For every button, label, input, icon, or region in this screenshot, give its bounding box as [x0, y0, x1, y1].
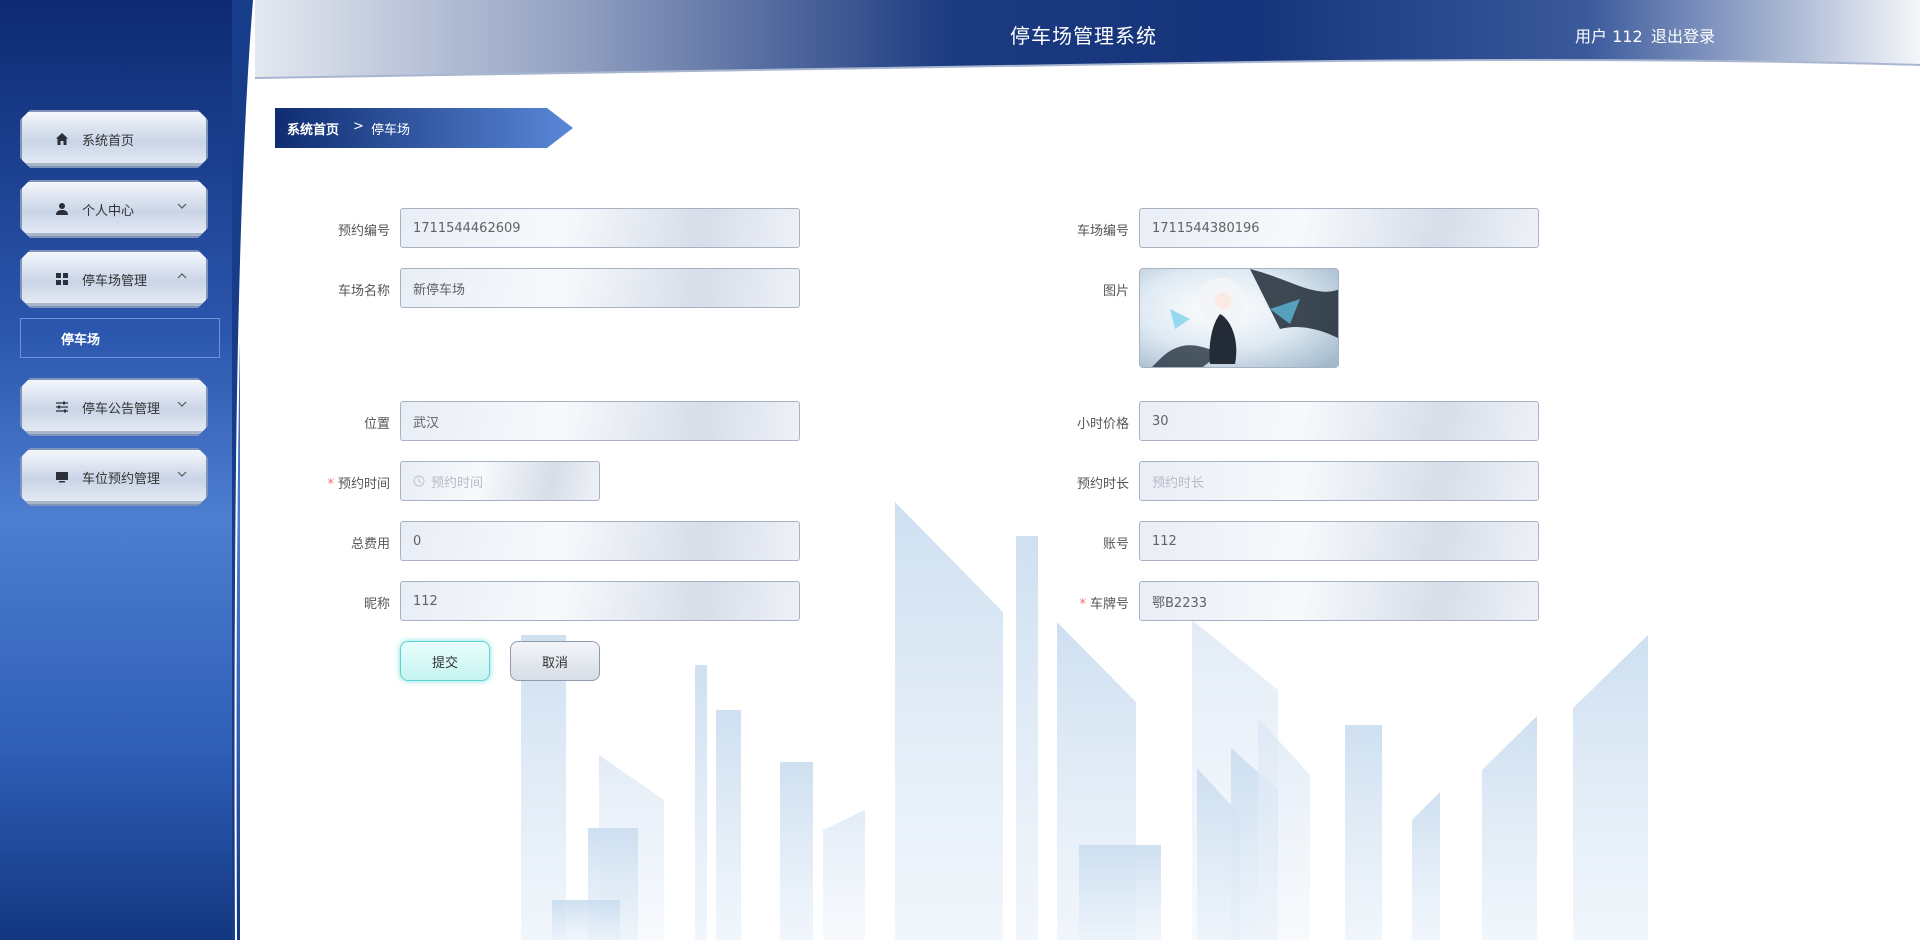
location-input[interactable]: 武汉	[400, 401, 800, 441]
lot-name-value: 新停车场	[413, 282, 466, 298]
header: 停车场管理系统 用户 112 退出登录	[255, 0, 1920, 82]
home-icon	[54, 131, 70, 147]
submit-button[interactable]: 提交	[400, 641, 490, 681]
sidebar-subitem-label: 停车场	[61, 332, 101, 348]
sliders-icon	[54, 399, 70, 415]
sidebar-item-booking-mgmt[interactable]: 车位预约管理	[20, 448, 208, 506]
total-fee-input[interactable]: 0	[400, 521, 800, 561]
nickname-value: 112	[413, 593, 438, 609]
page-title: 停车场管理系统	[1010, 24, 1157, 48]
hourly-price-label: 小时价格	[1076, 417, 1129, 432]
booking-time-label: * 预约时间	[260, 473, 390, 492]
logout-link[interactable]: 退出登录	[1651, 23, 1715, 47]
chevron-up-icon	[177, 273, 187, 279]
sidebar-item-label: 系统首页	[82, 133, 135, 149]
chevron-down-icon	[177, 471, 187, 477]
plate-no-value: 鄂B2233	[1152, 595, 1208, 611]
booking-duration-input[interactable]: 预约时长	[1139, 461, 1539, 501]
plate-no-label-text: 车牌号	[1089, 597, 1129, 612]
lot-picture[interactable]	[1139, 268, 1339, 368]
booking-duration-placeholder: 预约时长	[1152, 475, 1205, 491]
sidebar-item-label: 车位预约管理	[82, 471, 161, 487]
chevron-down-icon	[177, 401, 187, 407]
booking-no-value: 1711544462609	[413, 220, 521, 236]
sidebar-edge	[232, 0, 255, 940]
picture-label: 图片	[1102, 284, 1129, 299]
cancel-button[interactable]: 取消	[510, 641, 600, 681]
account-value: 112	[1152, 533, 1177, 549]
chevron-down-icon	[177, 203, 187, 209]
anime-girl-image	[1140, 269, 1338, 367]
sidebar-item-label: 停车公告管理	[82, 401, 161, 417]
total-fee-label: 总费用	[350, 537, 390, 552]
sidebar-item-label: 停车场管理	[82, 273, 148, 289]
booking-time-picker[interactable]: 预约时间	[400, 461, 600, 501]
booking-no-label: 预约编号	[337, 224, 390, 239]
lot-name-label: 车场名称	[337, 284, 390, 299]
clock-icon	[413, 475, 425, 487]
breadcrumb-home[interactable]: 系统首页	[287, 119, 339, 138]
lot-name-input[interactable]: 新停车场	[400, 268, 800, 308]
sidebar-item-label: 个人中心	[82, 203, 135, 219]
account-input[interactable]: 112	[1139, 521, 1539, 561]
plate-no-label: * 车牌号	[999, 593, 1129, 612]
app-root: 系统首页 个人中心 停车场管理 停车场 停车公告管理 车位预约管理 停车场管理系…	[0, 0, 1920, 940]
breadcrumb-separator: >	[353, 119, 364, 134]
required-mark: *	[1079, 597, 1086, 612]
sidebar-item-notice-mgmt[interactable]: 停车公告管理	[20, 378, 208, 436]
hourly-price-input[interactable]: 30	[1139, 401, 1539, 441]
required-mark: *	[327, 477, 334, 492]
booking-time-placeholder: 预约时间	[431, 475, 484, 491]
sidebar: 系统首页 个人中心 停车场管理 停车场 停车公告管理 车位预约管理	[0, 0, 240, 940]
plate-no-input[interactable]: 鄂B2233	[1139, 581, 1539, 621]
booking-no-input[interactable]: 1711544462609	[400, 208, 800, 248]
sidebar-subitem-parking-lot[interactable]: 停车场	[20, 318, 220, 358]
breadcrumb-current: 停车场	[371, 123, 411, 138]
sidebar-item-profile[interactable]: 个人中心	[20, 180, 208, 238]
lot-no-input[interactable]: 1711544380196	[1139, 208, 1539, 248]
sidebar-item-parking-mgmt[interactable]: 停车场管理	[20, 250, 208, 308]
booking-time-label-text: 预约时间	[337, 477, 390, 492]
nickname-input[interactable]: 112	[400, 581, 800, 621]
booking-duration-label: 预约时长	[1076, 477, 1129, 492]
nickname-label: 昵称	[363, 597, 390, 612]
breadcrumb: 系统首页 > 停车场	[275, 108, 575, 148]
lot-no-label: 车场编号	[1076, 224, 1129, 239]
location-label: 位置	[363, 417, 390, 432]
grid-icon	[54, 271, 70, 287]
lot-no-value: 1711544380196	[1152, 220, 1260, 236]
user-icon	[54, 201, 70, 217]
location-value: 武汉	[413, 415, 440, 431]
monitor-icon	[54, 469, 70, 485]
hourly-price-value: 30	[1152, 413, 1169, 429]
sidebar-item-home[interactable]: 系统首页	[20, 110, 208, 168]
account-label: 账号	[1102, 537, 1129, 552]
sidebar-menu: 系统首页 个人中心 停车场管理 停车场 停车公告管理 车位预约管理	[20, 110, 220, 518]
total-fee-value: 0	[413, 533, 422, 549]
current-user-label: 用户 112	[1575, 27, 1643, 46]
